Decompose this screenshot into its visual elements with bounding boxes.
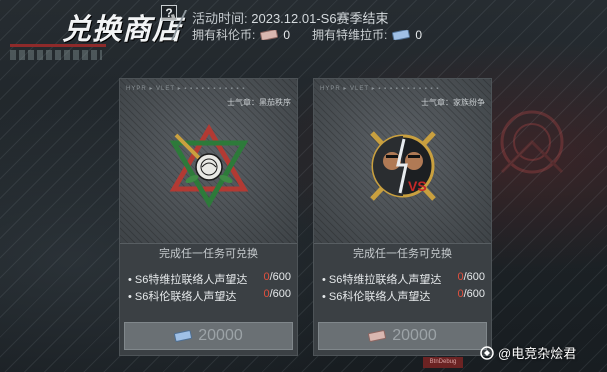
card-code-text: HYPR ▸ VLET ▸ ▪ ▪ ▪ ▪ ▪ ▪ ▪ ▪ ▪ ▪ ▪ <box>126 86 246 92</box>
header-accent-line <box>10 44 106 47</box>
kolun-ticket-icon <box>368 330 387 342</box>
task-progress: 0/600 <box>457 288 485 300</box>
event-time: 活动时间: 2023.12.01-S6赛季结束 <box>192 8 389 27</box>
currency-row: 拥有科伦币: 0 拥有特维拉币: 0 <box>192 26 422 43</box>
card-item-tag: 士气章：黑茄秩序 <box>227 98 291 107</box>
task-row: • S6科伦联络人声望达 0/600 <box>128 288 291 304</box>
tevira-ticket-icon <box>392 29 411 40</box>
task-label: • S6特维拉联络人声望达 <box>322 274 442 286</box>
svg-text:VS: VS <box>408 178 427 194</box>
currency-kolun: 拥有科伦币: 0 <box>192 26 290 43</box>
task-row: • S6科伦联络人声望达 0/600 <box>322 288 485 304</box>
help-icon[interactable]: ? <box>161 5 177 21</box>
exchange-price-button[interactable]: 20000 <box>124 322 293 350</box>
event-time-value: 2023.12.01-S6赛季结束 <box>251 11 389 26</box>
task-label: • S6特维拉联络人声望达 <box>128 274 248 286</box>
build-tag: BtnDebug <box>423 357 463 368</box>
task-row: • S6特维拉联络人声望达 0/600 <box>128 271 291 287</box>
task-progress: 0/600 <box>457 271 485 283</box>
card-preview: HYPR ▸ VLET ▸ ▪ ▪ ▪ ▪ ▪ ▪ ▪ ▪ ▪ ▪ ▪ 士气章：… <box>120 79 297 243</box>
card-divider <box>120 243 297 244</box>
shop-header: 兑换商店 ? 活动时间: 2023.12.01-S6赛季结束 拥有科伦币: 0 … <box>0 0 607 46</box>
tevira-ticket-icon <box>174 330 193 342</box>
currency-tevira-value: 0 <box>415 27 423 42</box>
kolun-ticket-icon <box>260 29 279 40</box>
task-label: • S6科伦联络人声望达 <box>322 291 431 303</box>
task-row: • S6特维拉联络人声望达 0/600 <box>322 271 485 287</box>
card-code-text: HYPR ▸ VLET ▸ ▪ ▪ ▪ ▪ ▪ ▪ ▪ ▪ ▪ ▪ ▪ <box>320 86 440 92</box>
currency-kolun-value: 0 <box>283 27 291 42</box>
watermark-text: @电竞杂烩君 <box>498 346 577 361</box>
price-value: 20000 <box>392 327 437 344</box>
card-item-tag: 士气章：家族纷争 <box>421 98 485 107</box>
price-value: 20000 <box>198 327 243 344</box>
task-label: • S6科伦联络人声望达 <box>128 291 237 303</box>
task-progress: 0/600 <box>263 288 291 300</box>
watermark-logo-icon <box>480 345 494 360</box>
currency-kolun-label: 拥有科伦币: <box>192 28 256 42</box>
rose-star-emblem-icon <box>169 124 249 208</box>
exchange-price-button[interactable]: 20000 <box>318 322 487 350</box>
complete-requirement-text: 完成任一任务可兑换 <box>353 248 452 260</box>
currency-tevira-label: 拥有特维拉币: <box>312 28 388 42</box>
currency-tevira: 拥有特维拉币: 0 <box>312 26 422 43</box>
complete-requirement-text: 完成任一任务可兑换 <box>159 248 258 260</box>
event-time-label: 活动时间: <box>192 11 248 26</box>
card-divider <box>314 243 491 244</box>
shop-item-card[interactable]: HYPR ▸ VLET ▸ ▪ ▪ ▪ ▪ ▪ ▪ ▪ ▪ ▪ ▪ ▪ 士气章：… <box>119 78 298 356</box>
background-rose-decoration <box>500 110 564 174</box>
watermark: @电竞杂烩君 <box>480 343 576 362</box>
task-progress: 0/600 <box>263 271 291 283</box>
header-sub-banner <box>10 50 102 60</box>
versus-faces-emblem-icon: VS <box>370 131 436 201</box>
card-preview: HYPR ▸ VLET ▸ ▪ ▪ ▪ ▪ ▪ ▪ ▪ ▪ ▪ ▪ ▪ 士气章：… <box>314 79 491 243</box>
shop-item-card[interactable]: HYPR ▸ VLET ▸ ▪ ▪ ▪ ▪ ▪ ▪ ▪ ▪ ▪ ▪ ▪ 士气章：… <box>313 78 492 356</box>
